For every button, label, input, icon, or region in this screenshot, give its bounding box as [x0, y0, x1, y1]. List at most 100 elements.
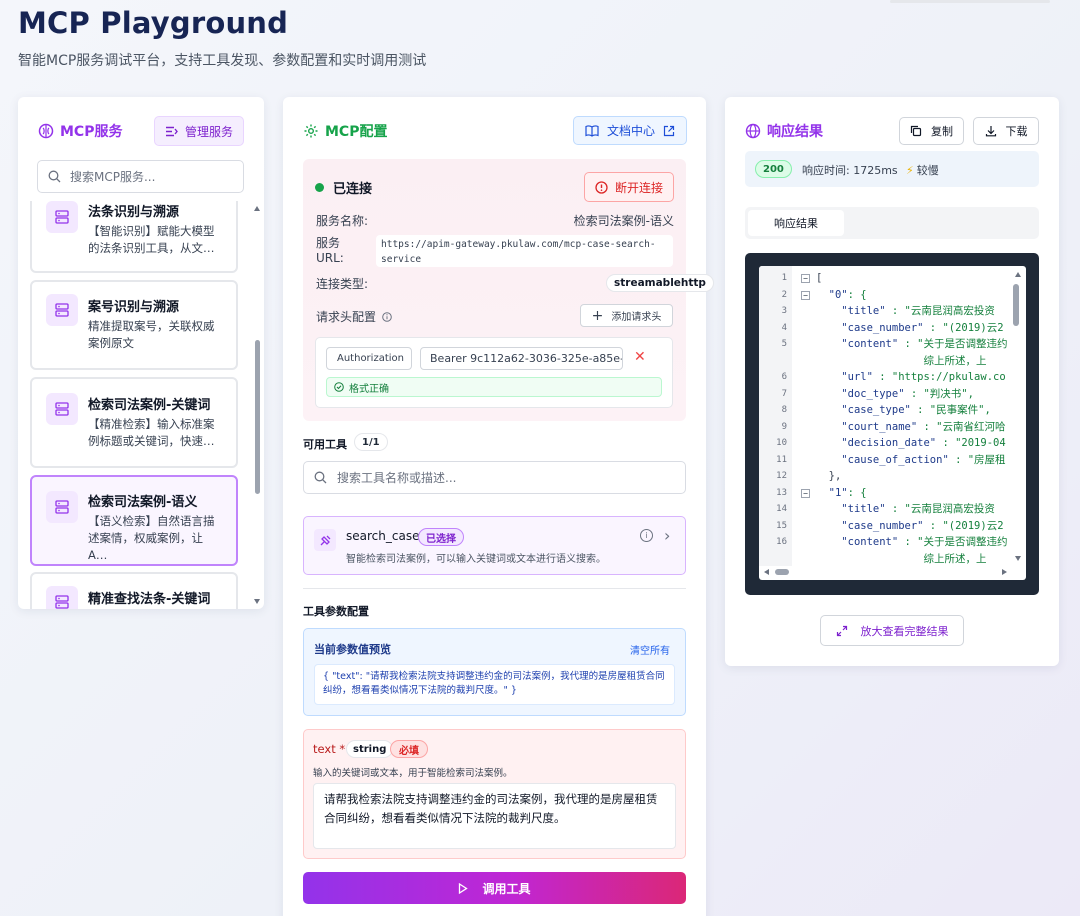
fold-toggle-icon[interactable]: − [801, 488, 810, 498]
service-name: 法条识别与溯源 [88, 205, 180, 220]
service-item[interactable]: 案号识别与溯源 精准提取案号，关联权威案例原文 [30, 280, 238, 370]
header-key-select[interactable]: Authorization [326, 347, 412, 370]
tool-item-search-case[interactable]: search_case 已选择 智能检索司法案例，可以输入关键词或文本进行语义搜… [303, 516, 686, 575]
header-key-value: Authorization [337, 353, 404, 364]
json-value: : "房屋租 [948, 453, 1006, 466]
line-number: 3 [781, 306, 787, 316]
service-item-active[interactable]: 检索司法案例-语义 【语义检索】自然语言描述案情，权威案例，让A… [30, 475, 238, 566]
line-number: 6 [781, 372, 787, 382]
code-scroll-left-icon[interactable] [764, 569, 769, 575]
connection-status: 已连接 [333, 182, 373, 197]
scroll-down-icon[interactable] [254, 599, 260, 604]
tool-icon [314, 529, 336, 551]
tool-info-icon[interactable]: i [640, 529, 653, 542]
header-value-input[interactable]: Bearer 9c112a62-3036-325e-a85e-3 [420, 347, 623, 370]
server-icon [46, 393, 78, 425]
available-tools-label: 可用工具 [303, 438, 347, 451]
json-value: : { [847, 288, 867, 301]
service-item[interactable]: 检索司法案例-关键词 【精准检索】输入标准案例标题或关键词，快速… [30, 377, 238, 468]
service-name: 精准查找法条-关键词 [88, 592, 211, 607]
code-line: 13 − "1": { [759, 485, 1026, 501]
line-number: 16 [776, 537, 787, 547]
code-scroll-down-icon[interactable] [1015, 556, 1021, 561]
service-desc: 【精准检索】输入标准案例标题或关键词，快速… [88, 417, 215, 448]
line-number: 14 [776, 504, 787, 514]
manage-services-button[interactable]: 管理服务 [154, 116, 244, 146]
code-line: 7 "doc_type" : "判决书", [759, 386, 1026, 402]
params-preview-code: { "text": "请帮我检索法院支持调整违约金的司法案例，我代理的是房屋租赁… [314, 664, 675, 705]
code-line: 9 "court_name" : "云南省红河哈 [759, 419, 1026, 435]
response-code-viewer[interactable]: 1−[2− "0": {3 "title" : "云南昆润高宏投资 4 "case… [759, 266, 1026, 580]
service-name: 案号识别与溯源 [88, 300, 180, 315]
code-line: 4 "case_number" : "(2019)云2 [759, 320, 1026, 336]
response-panel-title-text: 响应结果 [767, 124, 823, 140]
code-text: 综上所述，上 [816, 551, 986, 567]
download-button[interactable]: 下载 [973, 117, 1039, 145]
format-valid-badge: 格式正确 [326, 377, 662, 397]
service-url-label-1: 服务 [316, 236, 341, 250]
code-line: 6 "url" : "https://pkulaw.co [759, 369, 1026, 385]
docs-center-label: 文档中心 [606, 124, 655, 138]
param-text-input[interactable]: 请帮我检索法院支持调整违约金的司法案例，我代理的是房屋租赁合同纠纷，想看看类似情… [313, 783, 676, 849]
copy-button[interactable]: 复制 [899, 117, 964, 145]
line-number: 11 [776, 454, 787, 465]
code-text: "content" : "关于是否调整违约 [816, 336, 1007, 352]
code-scroll-up-icon[interactable] [1015, 272, 1021, 277]
service-item[interactable]: 法条识别与溯源 【智能识别】赋能大模型的法条识别工具，从文… [30, 201, 238, 273]
server-icon [46, 586, 78, 609]
add-header-label: 添加请求头 [611, 312, 662, 323]
add-header-button[interactable]: + 添加请求头 [580, 304, 673, 327]
line-number: 13 [776, 487, 787, 498]
service-list-scroll-thumb[interactable] [255, 340, 260, 494]
fold-toggle-icon[interactable]: − [801, 274, 810, 283]
code-text: "doc_type" : "判决书", [816, 386, 974, 402]
response-time: 响应时间: 1725ms [802, 164, 898, 177]
tool-search-input[interactable]: 搜索工具名称或描述... [303, 461, 686, 494]
code-vertical-scroll-thumb[interactable] [1013, 284, 1019, 326]
fold-toggle-icon[interactable]: − [801, 290, 810, 300]
services-panel-title-text: MCP服务 [60, 124, 123, 140]
tab-response[interactable]: 响应结果 [748, 210, 844, 236]
code-line: 15 "case_number" : "(2019)云2 [759, 518, 1026, 534]
config-panel-title: MCP配置 [303, 121, 387, 141]
service-item[interactable]: 精准查找法条-关键词 [30, 572, 238, 609]
services-panel-title: MCP服务 [38, 121, 122, 141]
json-value: : "关于是否调整违约 [898, 536, 1008, 548]
line-number: 10 [776, 438, 787, 448]
code-text: "court_name" : "云南省红河哈 [816, 419, 1005, 435]
manage-services-label: 管理服务 [184, 124, 233, 139]
expand-results-button[interactable]: 放大查看完整结果 [820, 615, 964, 646]
server-icon [46, 201, 78, 233]
json-key: "case_type" [841, 404, 911, 416]
service-search-input[interactable]: 搜索MCP服务... [37, 160, 244, 193]
json-value: : "判决书", [904, 387, 974, 400]
json-key: "cause_of_action" [841, 453, 949, 466]
delete-header-icon[interactable]: ✕ [634, 349, 646, 365]
json-value: : "民事案件", [910, 404, 991, 416]
top-scroll-indicator [890, 0, 1050, 3]
code-scroll-right-icon[interactable] [1002, 569, 1007, 575]
scroll-up-icon[interactable] [254, 206, 260, 211]
docs-center-button[interactable]: 文档中心 [573, 116, 687, 145]
json-value: : "云南昆润高宏投资 [885, 305, 995, 317]
divider [303, 588, 686, 589]
json-key: "doc_type" [841, 387, 905, 400]
tool-desc: 智能检索司法案例，可以输入关键词或文本进行语义搜索。 [346, 554, 606, 565]
chevron-right-icon[interactable]: › [664, 526, 670, 545]
code-text: }, [816, 468, 842, 484]
clear-all-link[interactable]: 清空所有 [630, 642, 670, 657]
brain-icon [38, 123, 54, 139]
json-key: "0" [828, 288, 848, 301]
invoke-tool-button[interactable]: 调用工具 [303, 872, 686, 904]
speed-label: 较慢 [916, 164, 939, 177]
code-text: "case_number" : "(2019)云2 [816, 320, 1003, 336]
disconnect-button[interactable]: 断开连接 [584, 172, 674, 202]
alert-circle-icon [595, 180, 608, 194]
code-horizontal-scroll-thumb[interactable] [775, 569, 789, 575]
